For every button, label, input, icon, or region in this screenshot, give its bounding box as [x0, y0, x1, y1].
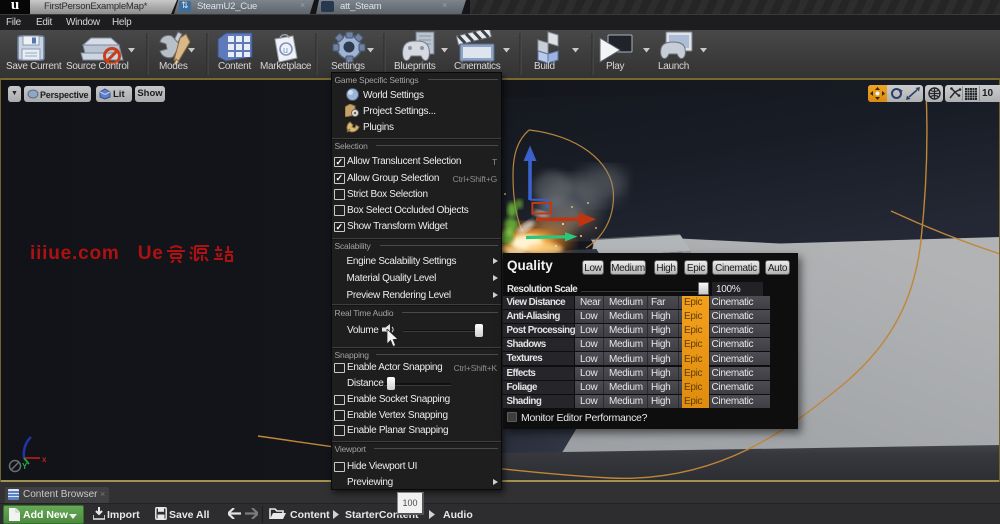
svg-text:u: u: [283, 45, 288, 55]
svg-text:x: x: [42, 455, 47, 464]
svg-text:Y: Y: [22, 462, 28, 471]
